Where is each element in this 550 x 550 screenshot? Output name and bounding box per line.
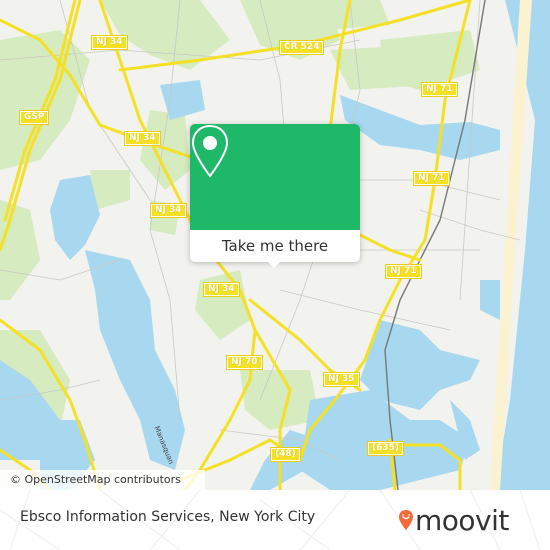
footer: Ebsco Information Services, New York Cit… bbox=[0, 490, 550, 550]
road-shield-cr524: CR 524 bbox=[279, 40, 325, 55]
moovit-pin-icon bbox=[399, 509, 413, 530]
road-shield-nj71: NJ 71 bbox=[421, 82, 458, 97]
moovit-wordmark: moovit bbox=[415, 504, 509, 537]
road-shield-nj34: NJ 34 bbox=[203, 282, 240, 297]
place-title: Ebsco Information Services, New York Cit… bbox=[20, 509, 316, 525]
map-attribution[interactable]: © OpenStreetMap contributors bbox=[0, 470, 205, 490]
road-shield-nj71: NJ 71 bbox=[385, 264, 422, 279]
road-shield-gsp: GSP bbox=[19, 110, 50, 125]
take-me-there-button[interactable]: Take me there bbox=[190, 230, 360, 262]
road-shield-nj34: NJ 34 bbox=[91, 35, 128, 50]
road-shield-nj35: NJ 35 bbox=[323, 372, 360, 387]
road-shield-48: (48) bbox=[270, 447, 301, 462]
popup-tail bbox=[267, 261, 281, 268]
map[interactable]: NJ 34 CR 524 GSP NJ 34 NJ 34 NJ 71 NJ 71… bbox=[0, 0, 550, 490]
location-popup: Take me there bbox=[190, 124, 360, 268]
popup-header bbox=[190, 124, 360, 230]
map-pin-icon bbox=[191, 124, 229, 178]
road-shield-nj34: NJ 34 bbox=[150, 203, 187, 218]
road-shield-nj71: NJ 71 bbox=[413, 171, 450, 186]
road-shield-635: (635) bbox=[367, 441, 405, 456]
moovit-logo[interactable]: moovit bbox=[398, 502, 509, 537]
road-shield-nj70: NJ 70 bbox=[226, 355, 263, 370]
road-shield-nj34: NJ 34 bbox=[124, 131, 161, 146]
